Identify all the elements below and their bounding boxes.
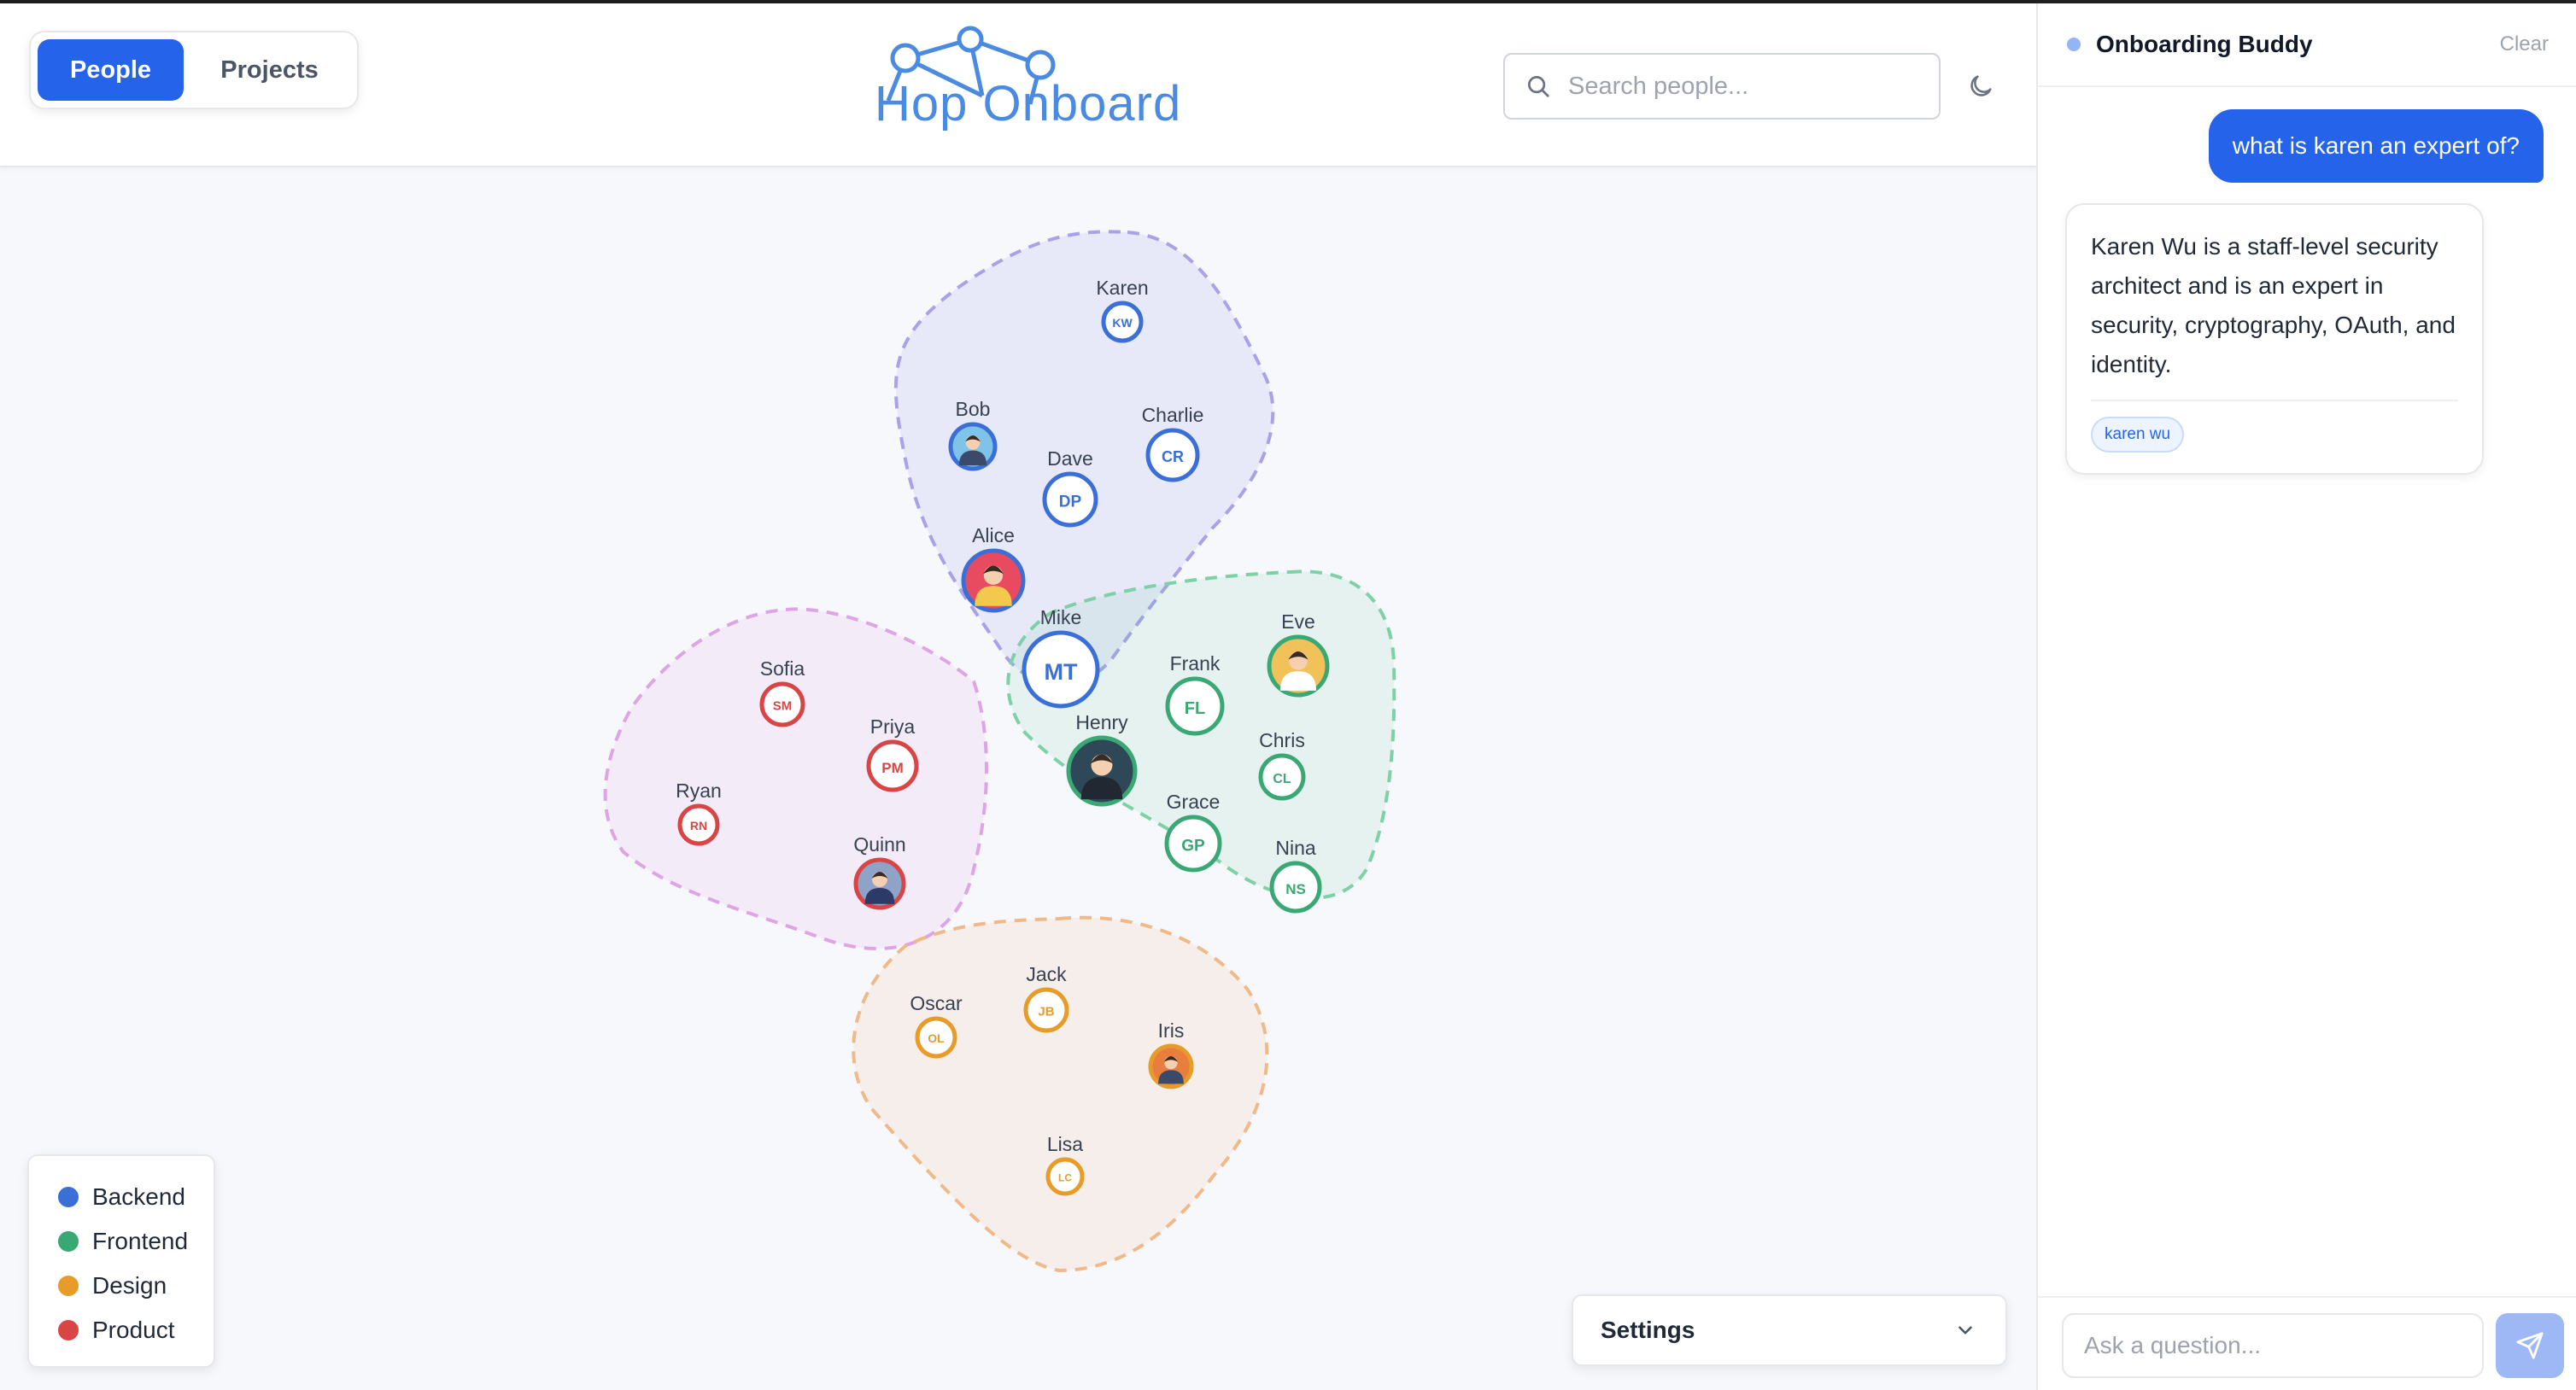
app-logo: Hop Onboard	[871, 22, 1180, 137]
person-name-label: Karen	[1096, 277, 1148, 299]
person-name-label: Priya	[870, 715, 916, 738]
person-name-label: Mike	[1040, 606, 1082, 628]
person-name-label: Dave	[1047, 447, 1093, 470]
person-node-priya[interactable]: Priya PM	[866, 715, 919, 792]
graph-canvas: Karen KW Bob Charlie CR Dave DP Alice Mike MT Eve F…	[603, 230, 1396, 1273]
person-initials: FL	[1185, 699, 1205, 718]
logo-text: Hop Onboard	[875, 76, 1182, 131]
person-name-label: Alice	[972, 524, 1015, 546]
clear-button[interactable]: Clear	[2500, 32, 2549, 56]
chat-footer	[2038, 1296, 2576, 1390]
send-button[interactable]	[2496, 1313, 2564, 1378]
person-name-label: Jack	[1026, 963, 1067, 985]
person-name-label: Ryan	[676, 780, 722, 802]
chat-title: Onboarding Buddy	[2096, 31, 2313, 57]
person-initials: RN	[690, 819, 707, 832]
user-message: what is karen an expert of?	[2208, 109, 2544, 183]
person-name-label: Nina	[1275, 837, 1316, 859]
person-node-quinn[interactable]: Quinn	[853, 833, 906, 910]
person-initials: LC	[1058, 1172, 1072, 1184]
app-window: People Projects Hop Onboard Search peopl…	[0, 3, 2576, 1390]
legend-label: Backend	[92, 1183, 185, 1210]
settings-label: Settings	[1601, 1317, 1695, 1343]
legend-dot	[58, 1187, 79, 1207]
person-node-bob[interactable]: Bob	[948, 398, 998, 471]
legend-item-product: Product	[58, 1308, 214, 1352]
person-name-label: Grace	[1167, 791, 1221, 813]
person-name-label: Frank	[1170, 652, 1221, 675]
person-node-dave[interactable]: Dave DP	[1042, 447, 1098, 528]
person-name-label: Henry	[1075, 711, 1128, 733]
person-node-ryan[interactable]: Ryan RN	[676, 780, 722, 846]
person-initials: OL	[928, 1031, 945, 1045]
person-node-lisa[interactable]: Lisa LC	[1045, 1133, 1085, 1196]
person-node-henry[interactable]: Henry	[1066, 711, 1138, 807]
tab-projects[interactable]: Projects	[189, 39, 350, 101]
legend-label: Design	[92, 1272, 167, 1299]
person-name-label: Quinn	[853, 833, 905, 856]
person-node-charlie[interactable]: Charlie CR	[1142, 404, 1204, 482]
person-name-label: Eve	[1281, 610, 1315, 633]
send-icon	[2516, 1332, 2544, 1359]
person-node-jack[interactable]: Jack JB	[1023, 963, 1069, 1033]
person-initials: DP	[1059, 493, 1082, 511]
legend-item-frontend: Frontend	[58, 1219, 214, 1264]
person-initials: CL	[1273, 772, 1291, 786]
search-input[interactable]	[1568, 72, 1927, 101]
assistant-message-text: Karen Wu is a staff-level security archi…	[2091, 233, 2456, 377]
chat-panel: Onboarding Buddy Clear what is karen an …	[2036, 3, 2576, 1390]
person-initials: KW	[1112, 316, 1133, 330]
team-legend: Backend Frontend Design Product	[27, 1154, 215, 1368]
legend-dot	[58, 1231, 79, 1252]
person-name-label: Lisa	[1047, 1133, 1083, 1155]
legend-dot	[58, 1320, 79, 1340]
legend-label: Frontend	[92, 1228, 189, 1254]
person-initials: SM	[773, 699, 793, 714]
person-node-sofia[interactable]: Sofia SM	[759, 657, 805, 727]
person-name-label: Sofia	[760, 657, 805, 680]
person-node-alice[interactable]: Alice	[961, 524, 1026, 613]
view-toggle: People Projects	[29, 31, 359, 109]
person-node-nina[interactable]: Nina NS	[1269, 837, 1322, 914]
search-box[interactable]	[1503, 53, 1941, 120]
top-bar: People Projects Hop Onboard Search peopl…	[0, 3, 2036, 167]
moon-icon[interactable]	[1966, 72, 1995, 101]
assistant-message: Karen Wu is a staff-level security archi…	[2065, 203, 2484, 475]
person-name-label: Iris	[1158, 1019, 1185, 1042]
person-initials: MT	[1045, 659, 1078, 685]
person-initials: PM	[881, 760, 904, 776]
legend-dot	[58, 1276, 79, 1296]
settings-dropdown[interactable]: Settings	[1572, 1294, 2007, 1366]
person-name-label: Charlie	[1142, 404, 1204, 426]
legend-item-design: Design	[58, 1264, 214, 1308]
status-dot	[2067, 38, 2081, 51]
person-initials: JB	[1038, 1005, 1054, 1019]
main-area: People Projects Hop Onboard Search peopl…	[0, 3, 2036, 1390]
person-initials: GP	[1181, 838, 1205, 856]
chat-header: Onboarding Buddy Clear	[2038, 3, 2576, 87]
person-tag[interactable]: karen wu	[2091, 417, 2185, 453]
people-graph[interactable]: Karen KW Bob Charlie CR Dave DP Alice Mike MT Eve F…	[0, 169, 2036, 1390]
person-initials: CR	[1162, 448, 1184, 465]
legend-label: Product	[92, 1317, 175, 1343]
search-icon	[1528, 76, 1549, 97]
person-name-label: Oscar	[910, 992, 963, 1014]
person-node-grace[interactable]: Grace GP	[1164, 791, 1222, 873]
chevron-down-icon	[1958, 1326, 1972, 1335]
person-initials: NS	[1285, 881, 1306, 897]
person-node-chris[interactable]: Chris CL	[1258, 729, 1306, 801]
person-node-frank[interactable]: Frank FL	[1165, 652, 1225, 736]
legend-item-backend: Backend	[58, 1175, 214, 1219]
person-name-label: Chris	[1259, 729, 1305, 751]
question-input[interactable]	[2062, 1313, 2484, 1378]
tab-people[interactable]: People	[38, 39, 184, 101]
person-name-label: Bob	[956, 398, 991, 420]
divider	[2091, 400, 2458, 401]
